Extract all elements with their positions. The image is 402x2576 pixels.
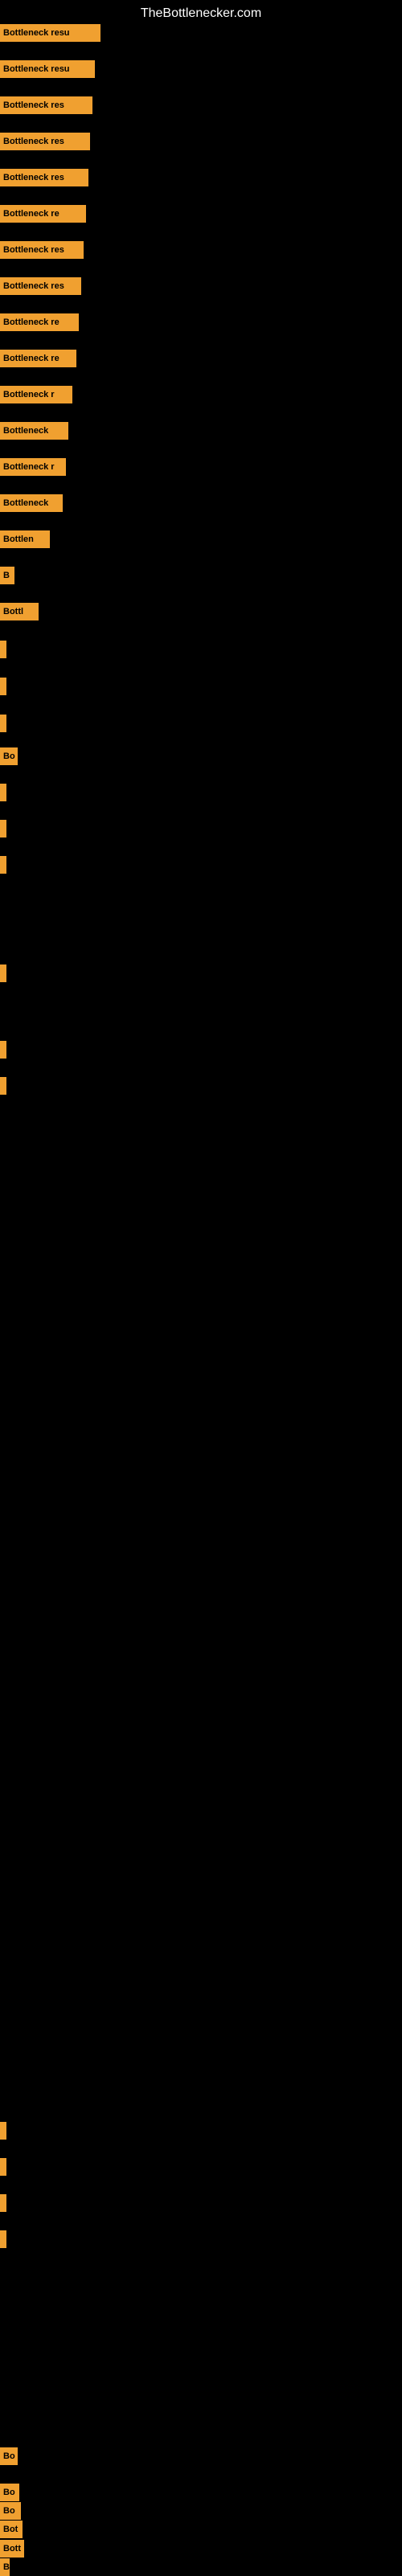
list-item: B bbox=[0, 2558, 10, 2576]
list-item: Bottleneck res bbox=[0, 96, 92, 114]
list-item bbox=[0, 1077, 6, 1095]
list-item: Bottleneck res bbox=[0, 169, 88, 186]
list-item bbox=[0, 1041, 6, 1059]
list-item bbox=[0, 856, 6, 874]
list-item bbox=[0, 641, 6, 658]
list-item bbox=[0, 2158, 6, 2176]
list-item: Bo bbox=[0, 2447, 18, 2465]
list-item bbox=[0, 2194, 6, 2212]
list-item bbox=[0, 2230, 6, 2248]
list-item bbox=[0, 784, 6, 801]
list-item: Bottleneck re bbox=[0, 205, 86, 223]
list-item: Bottleneck resu bbox=[0, 24, 100, 42]
list-item: Bottleneck res bbox=[0, 277, 81, 295]
list-item: Bott bbox=[0, 2540, 24, 2558]
list-item: Bottleneck re bbox=[0, 313, 79, 331]
list-item bbox=[0, 678, 6, 695]
list-item: Bottl bbox=[0, 603, 39, 620]
list-item bbox=[0, 715, 6, 732]
list-item: Bottleneck r bbox=[0, 458, 66, 476]
list-item: Bottleneck re bbox=[0, 350, 76, 367]
list-item: Bo bbox=[0, 2502, 21, 2520]
list-item bbox=[0, 2122, 6, 2140]
list-item: Bottleneck res bbox=[0, 241, 84, 259]
list-item: Bo bbox=[0, 2484, 19, 2501]
site-title: TheBottlenecker.com bbox=[0, 0, 402, 27]
list-item: Bottleneck resu bbox=[0, 60, 95, 78]
list-item: Bo bbox=[0, 747, 18, 765]
list-item: Bottleneck r bbox=[0, 386, 72, 403]
list-item bbox=[0, 820, 6, 838]
list-item bbox=[0, 964, 6, 982]
list-item: Bot bbox=[0, 2521, 23, 2538]
list-item: Bottleneck bbox=[0, 422, 68, 440]
list-item: Bottleneck res bbox=[0, 133, 90, 150]
list-item: B bbox=[0, 567, 14, 584]
list-item: Bottleneck bbox=[0, 494, 63, 512]
list-item: Bottlen bbox=[0, 530, 50, 548]
